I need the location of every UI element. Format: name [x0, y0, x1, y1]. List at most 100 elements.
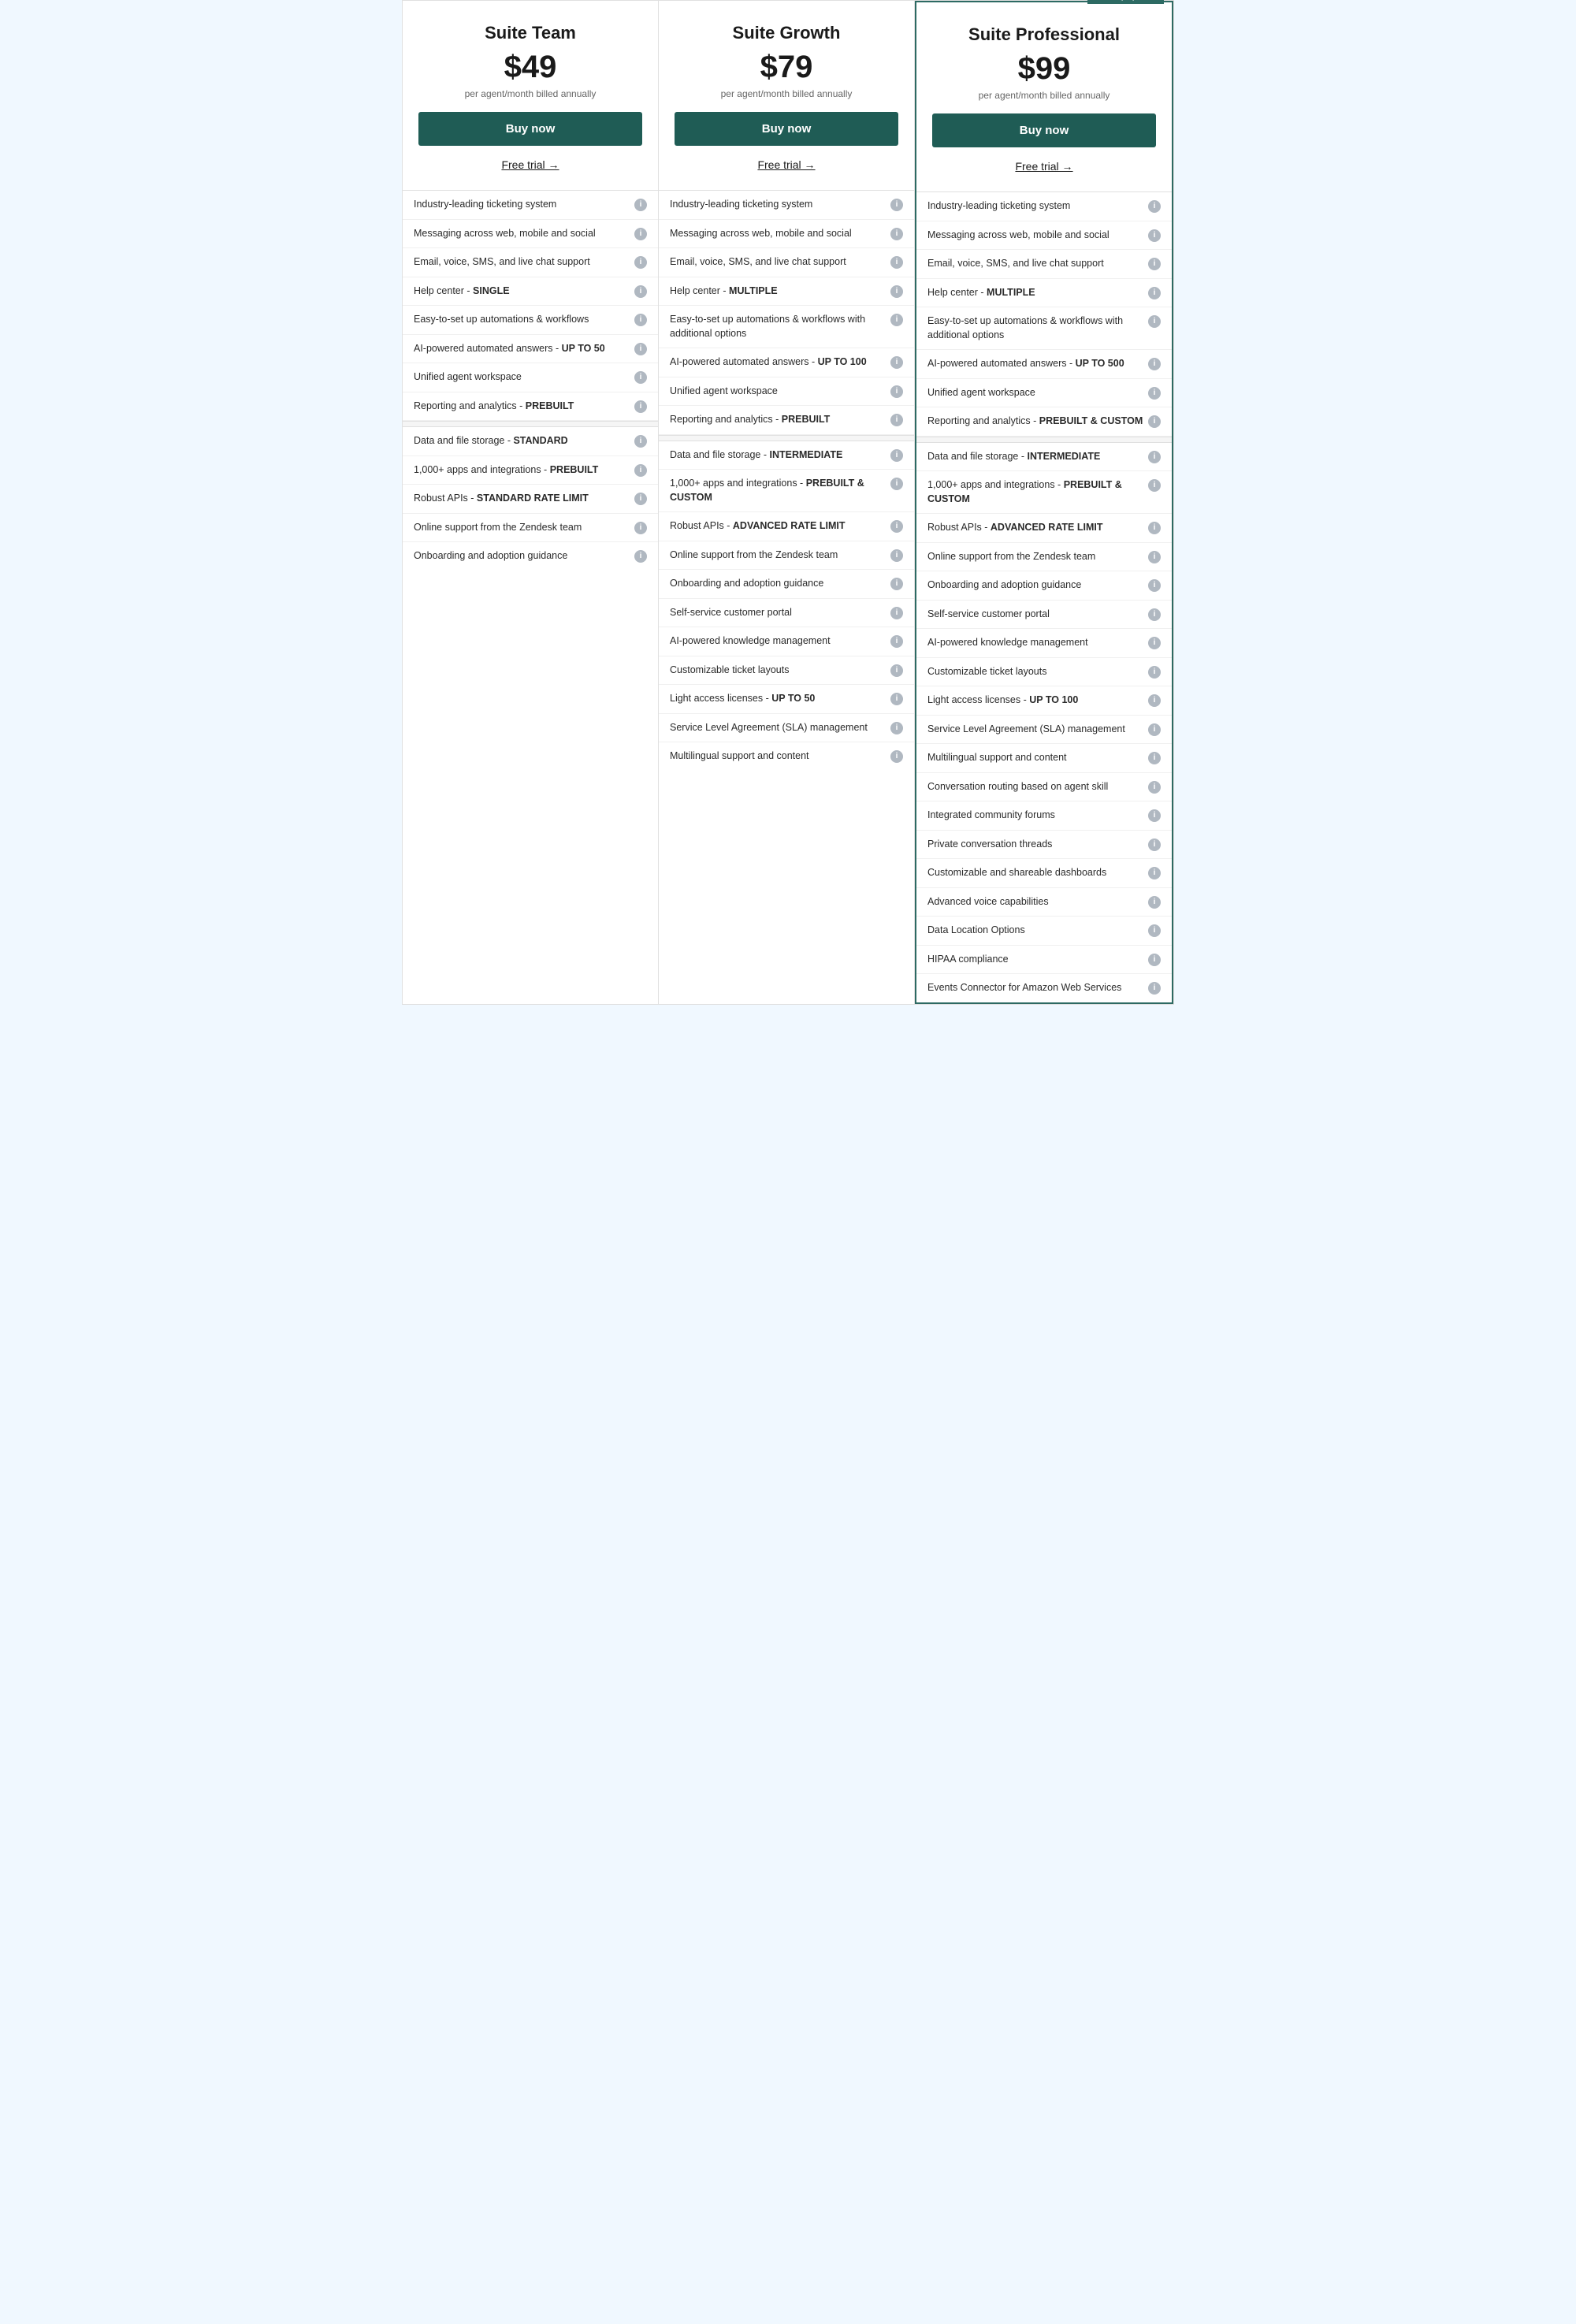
- feature-text: Email, voice, SMS, and live chat support: [670, 255, 890, 270]
- feature-item: Unified agent workspace i: [659, 377, 914, 407]
- feature-item: Reporting and analytics - PREBUILT & CUS…: [916, 407, 1172, 437]
- info-icon[interactable]: i: [1148, 954, 1161, 966]
- info-icon[interactable]: i: [1148, 451, 1161, 463]
- info-icon[interactable]: i: [890, 385, 903, 398]
- plan-billing: per agent/month billed annually: [418, 88, 642, 99]
- feature-item: Help center - MULTIPLE i: [916, 279, 1172, 308]
- feature-item: Robust APIs - ADVANCED RATE LIMIT i: [916, 514, 1172, 543]
- info-icon[interactable]: i: [634, 256, 647, 269]
- info-icon[interactable]: i: [1148, 387, 1161, 400]
- info-icon[interactable]: i: [1148, 579, 1161, 592]
- feature-item: Reporting and analytics - PREBUILT i: [659, 406, 914, 435]
- free-trial-link[interactable]: Free trial →: [418, 155, 642, 177]
- info-icon[interactable]: i: [1148, 315, 1161, 328]
- info-icon[interactable]: i: [634, 343, 647, 355]
- info-icon[interactable]: i: [890, 256, 903, 269]
- info-icon[interactable]: i: [634, 400, 647, 413]
- info-icon[interactable]: i: [1148, 608, 1161, 621]
- feature-item: Data Location Options i: [916, 917, 1172, 946]
- info-icon[interactable]: i: [1148, 479, 1161, 492]
- feature-text: Data and file storage - INTERMEDIATE: [670, 448, 890, 463]
- free-trial-link[interactable]: Free trial →: [932, 157, 1156, 179]
- plan-name: Suite Team: [418, 23, 642, 43]
- feature-text: Private conversation threads: [927, 838, 1148, 852]
- info-icon[interactable]: i: [634, 464, 647, 477]
- feature-text: Reporting and analytics - PREBUILT: [414, 400, 634, 414]
- feature-text: Email, voice, SMS, and live chat support: [414, 255, 634, 270]
- feature-item: Unified agent workspace i: [916, 379, 1172, 408]
- info-icon[interactable]: i: [890, 722, 903, 734]
- feature-item: Data and file storage - INTERMEDIATE i: [659, 441, 914, 470]
- feature-item: 1,000+ apps and integrations - PREBUILT …: [659, 470, 914, 512]
- info-icon[interactable]: i: [1148, 522, 1161, 534]
- buy-now-button[interactable]: Buy now: [675, 112, 898, 146]
- info-icon[interactable]: i: [1148, 287, 1161, 299]
- feature-item: Service Level Agreement (SLA) management…: [916, 716, 1172, 745]
- plan-name: Suite Professional: [932, 24, 1156, 45]
- info-icon[interactable]: i: [1148, 924, 1161, 937]
- feature-item: AI-powered knowledge management i: [916, 629, 1172, 658]
- info-icon[interactable]: i: [890, 414, 903, 426]
- feature-text: Self-service customer portal: [670, 606, 890, 620]
- info-icon[interactable]: i: [634, 435, 647, 448]
- info-icon[interactable]: i: [890, 520, 903, 533]
- buy-now-button[interactable]: Buy now: [418, 112, 642, 146]
- info-icon[interactable]: i: [890, 228, 903, 240]
- info-icon[interactable]: i: [1148, 896, 1161, 909]
- info-icon[interactable]: i: [634, 522, 647, 534]
- plan-name: Suite Growth: [675, 23, 898, 43]
- feature-item: Multilingual support and content i: [916, 744, 1172, 773]
- feature-text: Help center - SINGLE: [414, 284, 634, 299]
- info-icon[interactable]: i: [1148, 229, 1161, 242]
- feature-item: Unified agent workspace i: [403, 363, 658, 392]
- info-icon[interactable]: i: [634, 228, 647, 240]
- info-icon[interactable]: i: [890, 314, 903, 326]
- info-icon[interactable]: i: [1148, 358, 1161, 370]
- info-icon[interactable]: i: [1148, 982, 1161, 995]
- info-icon[interactable]: i: [1148, 781, 1161, 794]
- info-icon[interactable]: i: [890, 693, 903, 705]
- feature-item: Light access licenses - UP TO 50 i: [659, 685, 914, 714]
- info-icon[interactable]: i: [1148, 551, 1161, 563]
- info-icon[interactable]: i: [890, 607, 903, 619]
- feature-item: Email, voice, SMS, and live chat support…: [659, 248, 914, 277]
- info-icon[interactable]: i: [1148, 752, 1161, 764]
- info-icon[interactable]: i: [634, 285, 647, 298]
- feature-text: Data and file storage - STANDARD: [414, 434, 634, 448]
- info-icon[interactable]: i: [890, 449, 903, 462]
- feature-item: Online support from the Zendesk team i: [403, 514, 658, 543]
- info-icon[interactable]: i: [1148, 258, 1161, 270]
- feature-text: Messaging across web, mobile and social: [670, 227, 890, 241]
- free-trial-link[interactable]: Free trial →: [675, 155, 898, 177]
- info-icon[interactable]: i: [1148, 694, 1161, 707]
- info-icon[interactable]: i: [634, 371, 647, 384]
- info-icon[interactable]: i: [890, 635, 903, 648]
- info-icon[interactable]: i: [1148, 809, 1161, 822]
- feature-text: Easy-to-set up automations & workflows w…: [927, 314, 1148, 342]
- info-icon[interactable]: i: [1148, 666, 1161, 679]
- info-icon[interactable]: i: [634, 550, 647, 563]
- info-icon[interactable]: i: [890, 578, 903, 590]
- info-icon[interactable]: i: [890, 199, 903, 211]
- feature-text: Multilingual support and content: [670, 749, 890, 764]
- info-icon[interactable]: i: [1148, 838, 1161, 851]
- info-icon[interactable]: i: [890, 356, 903, 369]
- info-icon[interactable]: i: [890, 285, 903, 298]
- info-icon[interactable]: i: [634, 493, 647, 505]
- info-icon[interactable]: i: [1148, 415, 1161, 428]
- feature-text: Data and file storage - INTERMEDIATE: [927, 450, 1148, 464]
- info-icon[interactable]: i: [890, 664, 903, 677]
- info-icon[interactable]: i: [890, 549, 903, 562]
- info-icon[interactable]: i: [1148, 867, 1161, 879]
- feature-item: Industry-leading ticketing system i: [659, 191, 914, 220]
- info-icon[interactable]: i: [1148, 637, 1161, 649]
- info-icon[interactable]: i: [890, 750, 903, 763]
- info-icon[interactable]: i: [1148, 200, 1161, 213]
- feature-item: Onboarding and adoption guidance i: [659, 570, 914, 599]
- info-icon[interactable]: i: [890, 478, 903, 490]
- info-icon[interactable]: i: [634, 314, 647, 326]
- info-icon[interactable]: i: [1148, 723, 1161, 736]
- info-icon[interactable]: i: [634, 199, 647, 211]
- buy-now-button[interactable]: Buy now: [932, 113, 1156, 147]
- feature-item: Easy-to-set up automations & workflows i: [403, 306, 658, 335]
